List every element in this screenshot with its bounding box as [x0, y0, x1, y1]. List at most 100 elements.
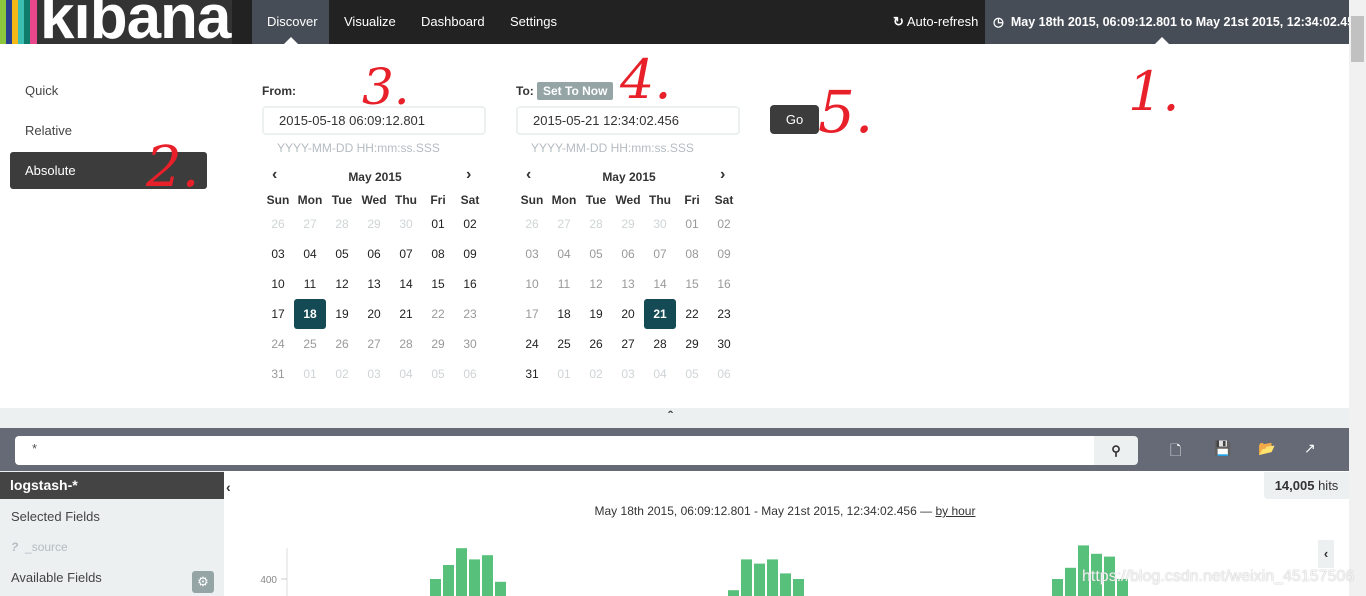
calendar-day[interactable]: 29 — [676, 329, 708, 359]
calendar-day[interactable]: 17 — [516, 299, 548, 329]
calendar-day[interactable]: 31 — [262, 359, 294, 389]
calendar-day[interactable]: 28 — [390, 329, 422, 359]
calendar-day[interactable]: 06 — [612, 239, 644, 269]
source-field[interactable]: ? _source — [11, 540, 68, 554]
collapse-sidebar-icon[interactable]: ‹ — [226, 479, 231, 495]
calendar-day[interactable]: 06 — [454, 359, 486, 389]
histogram-bar[interactable] — [793, 579, 804, 596]
histogram-bar[interactable] — [780, 573, 791, 596]
index-pattern-title[interactable]: logstash-* — [0, 472, 224, 499]
calendar-day[interactable]: 27 — [548, 209, 580, 239]
set-to-now-button[interactable]: Set To Now — [537, 82, 614, 100]
calendar-day[interactable]: 26 — [580, 329, 612, 359]
calendar-day[interactable]: 20 — [358, 299, 390, 329]
picker-menu-quick[interactable]: Quick — [10, 72, 207, 109]
calendar-day[interactable]: 28 — [644, 329, 676, 359]
calendar-day[interactable]: 12 — [580, 269, 612, 299]
calendar-day[interactable]: 17 — [262, 299, 294, 329]
calendar-day[interactable]: 27 — [294, 209, 326, 239]
calendar-day[interactable]: 09 — [454, 239, 486, 269]
calendar-day[interactable]: 29 — [422, 329, 454, 359]
calendar-day[interactable]: 15 — [422, 269, 454, 299]
tab-settings[interactable]: Settings — [495, 0, 572, 44]
calendar-day[interactable]: 01 — [548, 359, 580, 389]
save-icon[interactable]: 💾 — [1214, 440, 1231, 457]
page-scrollbar[interactable] — [1349, 0, 1366, 596]
calendar-day[interactable]: 16 — [708, 269, 740, 299]
calendar-day[interactable]: 21 — [390, 299, 422, 329]
calendar-day[interactable]: 10 — [262, 269, 294, 299]
histogram-bar[interactable] — [456, 548, 467, 596]
calendar-day[interactable]: 19 — [326, 299, 358, 329]
calendar-day[interactable]: 30 — [390, 209, 422, 239]
calendar-day[interactable]: 08 — [676, 239, 708, 269]
calendar-day[interactable]: 30 — [644, 209, 676, 239]
calendar-day[interactable]: 27 — [358, 329, 390, 359]
calendar-day[interactable]: 02 — [326, 359, 358, 389]
calendar-day[interactable]: 07 — [644, 239, 676, 269]
histogram-bar[interactable] — [741, 559, 752, 596]
calendar-day[interactable]: 18 — [548, 299, 580, 329]
calendar-day[interactable]: 23 — [708, 299, 740, 329]
calendar-day[interactable]: 25 — [294, 329, 326, 359]
new-search-icon[interactable]: 🗋 — [1170, 440, 1181, 464]
next-month-icon[interactable]: › — [720, 166, 725, 184]
calendar-day[interactable]: 30 — [708, 329, 740, 359]
calendar-day[interactable]: 26 — [262, 209, 294, 239]
calendar-day[interactable]: 09 — [708, 239, 740, 269]
search-button[interactable]: ⚲ — [1094, 436, 1138, 465]
selected-day[interactable]: 18 — [294, 299, 326, 329]
open-folder-icon[interactable]: 📂 — [1258, 440, 1275, 457]
go-button[interactable]: Go — [770, 105, 819, 134]
calendar-day[interactable]: 03 — [358, 359, 390, 389]
calendar-day[interactable]: 06 — [358, 239, 390, 269]
calendar-day[interactable]: 02 — [708, 209, 740, 239]
calendar-day[interactable]: 28 — [326, 209, 358, 239]
histogram-bar[interactable] — [495, 581, 506, 596]
calendar-day[interactable]: 04 — [390, 359, 422, 389]
gear-icon[interactable]: ⚙ — [192, 571, 214, 593]
calendar-day[interactable]: 26 — [516, 209, 548, 239]
calendar-day[interactable]: 12 — [326, 269, 358, 299]
calendar-day[interactable]: 15 — [676, 269, 708, 299]
histogram-bar[interactable] — [728, 590, 739, 596]
share-icon[interactable]: ↗ — [1304, 440, 1316, 457]
selected-day[interactable]: 21 — [644, 299, 676, 329]
calendar-day[interactable]: 22 — [422, 299, 454, 329]
calendar-day[interactable]: 05 — [326, 239, 358, 269]
histogram-bar[interactable] — [443, 565, 454, 596]
calendar-day[interactable]: 13 — [358, 269, 390, 299]
calendar-day[interactable]: 23 — [454, 299, 486, 329]
calendar-day[interactable]: 08 — [422, 239, 454, 269]
auto-refresh-button[interactable]: ↻ Auto-refresh — [893, 0, 978, 44]
calendar-day[interactable]: 06 — [708, 359, 740, 389]
calendar-day[interactable]: 30 — [454, 329, 486, 359]
histogram-bar[interactable] — [767, 559, 778, 596]
time-range-button[interactable]: ◷ May 18th 2015, 06:09:12.801 to May 21s… — [985, 0, 1361, 44]
calendar-day[interactable]: 13 — [612, 269, 644, 299]
histogram-bar[interactable] — [1065, 567, 1076, 596]
calendar-day[interactable]: 03 — [262, 239, 294, 269]
calendar-day[interactable]: 14 — [644, 269, 676, 299]
calendar-day[interactable]: 05 — [580, 239, 612, 269]
calendar-day[interactable]: 01 — [676, 209, 708, 239]
calendar-day[interactable]: 16 — [454, 269, 486, 299]
calendar-day[interactable]: 27 — [612, 329, 644, 359]
tab-dashboard[interactable]: Dashboard — [406, 0, 500, 44]
calendar-day[interactable]: 01 — [422, 209, 454, 239]
search-input[interactable]: * — [15, 436, 1095, 465]
calendar-day[interactable]: 10 — [516, 269, 548, 299]
calendar-day[interactable]: 28 — [580, 209, 612, 239]
calendar-day[interactable]: 02 — [454, 209, 486, 239]
kibana-logo[interactable]: kibana — [0, 0, 232, 44]
histogram-bar[interactable] — [1052, 579, 1063, 596]
histogram-bar[interactable] — [482, 555, 493, 596]
calendar-day[interactable]: 04 — [644, 359, 676, 389]
calendar-day[interactable]: 07 — [390, 239, 422, 269]
calendar-day[interactable]: 03 — [612, 359, 644, 389]
calendar-day[interactable]: 04 — [548, 239, 580, 269]
calendar-day[interactable]: 19 — [580, 299, 612, 329]
scrollbar-thumb[interactable] — [1351, 16, 1364, 62]
calendar-day[interactable]: 25 — [548, 329, 580, 359]
calendar-day[interactable]: 29 — [358, 209, 390, 239]
